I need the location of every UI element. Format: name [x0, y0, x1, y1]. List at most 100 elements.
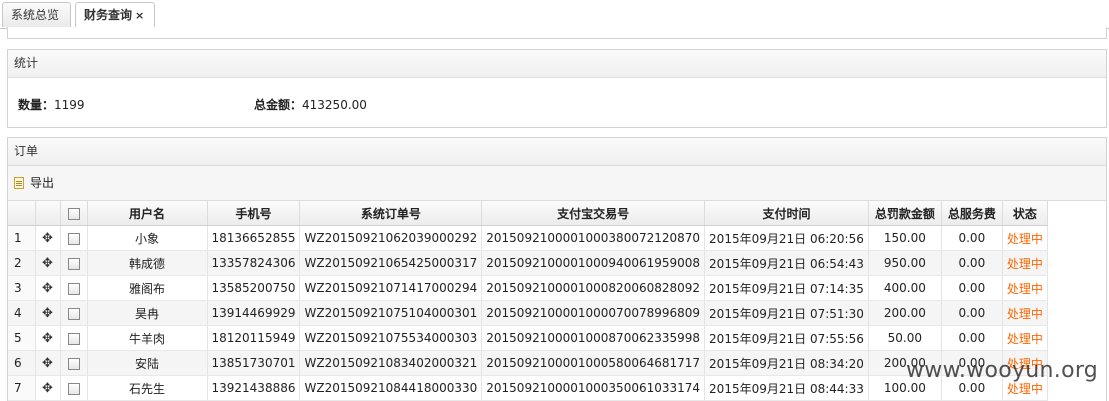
- close-icon[interactable]: ×: [135, 9, 144, 22]
- document-icon: [14, 177, 24, 189]
- column-header-service-fee[interactable]: 总服务费: [941, 201, 1003, 226]
- top-panel-edge: [7, 27, 1107, 39]
- row-checkbox[interactable]: [60, 325, 88, 351]
- row-number: 1: [8, 225, 36, 251]
- checkbox-icon: [67, 357, 80, 370]
- cell-status[interactable]: 处理中: [1002, 250, 1048, 276]
- row-checkbox[interactable]: [60, 250, 88, 276]
- row-checkbox[interactable]: [60, 375, 88, 401]
- column-header-alipay-no[interactable]: 支付宝交易号: [481, 201, 706, 226]
- cell-service-fee-text: 0.00: [958, 381, 986, 395]
- row-checkbox[interactable]: [60, 350, 88, 376]
- expand-icon[interactable]: ✥: [35, 275, 61, 301]
- column-header-fine-amount[interactable]: 总罚款金额: [868, 201, 942, 226]
- table-row[interactable]: 1 ✥ 小象 18136652855 WZ20150921062039000292 201…: [8, 225, 1048, 251]
- row-number: 2: [8, 250, 36, 276]
- expand-icon[interactable]: ✥: [35, 225, 61, 251]
- expand-icon[interactable]: ✥: [35, 300, 61, 326]
- column-header-status[interactable]: 状态: [1002, 201, 1048, 226]
- row-number-text: 6: [14, 356, 22, 370]
- cell-phone-text: 13914469929: [211, 306, 296, 320]
- row-number: 4: [8, 300, 36, 326]
- cell-fine-amount: 200.00: [868, 300, 942, 326]
- expand-icon[interactable]: ✥: [35, 250, 61, 276]
- table-row[interactable]: 7 ✥ 石先生 13921438886 WZ20150921084418000330 20…: [8, 375, 1048, 401]
- cell-order-no-text: WZ20150921084418000330: [304, 381, 478, 395]
- cell-phone-text: 18120115949: [211, 331, 296, 345]
- table-header-row: 用户名 手机号 系统订单号 支付宝交易号 支付时间 总罚款金额 总服务费 状态: [8, 201, 1048, 226]
- checkbox-icon: [67, 282, 80, 295]
- orders-table: 用户名 手机号 系统订单号 支付宝交易号 支付时间 总罚款金额 总服务费 状态 …: [8, 201, 1048, 401]
- cell-status-text: 处理中: [1006, 306, 1043, 321]
- cell-status-text: 处理中: [1006, 281, 1043, 296]
- cell-username: 小象: [87, 225, 208, 251]
- cell-pay-time-text: 2015年09月21日 08:44:33: [709, 381, 864, 396]
- cell-service-fee-text: 0.00: [958, 306, 986, 320]
- checkbox-icon: [67, 332, 80, 345]
- cell-alipay-no-text: 2015092100001000870062335998: [486, 331, 701, 345]
- cell-fine-amount-text: 50.00: [887, 331, 923, 345]
- tab-system-overview[interactable]: 系统总览: [2, 2, 71, 27]
- count-stat: 数量：1199: [18, 96, 85, 113]
- cell-status[interactable]: 处理中: [1002, 300, 1048, 326]
- cell-phone: 13585200750: [207, 275, 301, 301]
- tab-label: 系统总览: [11, 8, 60, 22]
- cell-service-fee-text: 0.00: [958, 331, 986, 345]
- row-checkbox[interactable]: [60, 225, 88, 251]
- row-checkbox[interactable]: [60, 275, 88, 301]
- tab-finance-query[interactable]: 财务查询 ×: [75, 2, 155, 29]
- export-button[interactable]: 导出: [14, 166, 54, 200]
- checkbox-icon: [67, 382, 80, 395]
- cell-status[interactable]: 处理中: [1002, 325, 1048, 351]
- select-all-checkbox[interactable]: [60, 201, 88, 226]
- cell-service-fee: 0.00: [941, 325, 1003, 351]
- cell-alipay-no: 2015092100001000820060828092: [481, 275, 706, 301]
- tab-bar: 系统总览 财务查询 ×: [0, 0, 1109, 29]
- cell-order-no-text: WZ20150921083402000321: [304, 356, 478, 370]
- amount-stat: 总金额：413250.00: [254, 96, 367, 113]
- rownum-header: [8, 201, 36, 226]
- table-row[interactable]: 4 ✥ 昊冉 13914469929 WZ20150921075104000301 201…: [8, 300, 1048, 326]
- table-row[interactable]: 2 ✥ 韩成德 13357824306 WZ20150921065425000317 20…: [8, 250, 1048, 276]
- expand-icon[interactable]: ✥: [35, 325, 61, 351]
- cell-status[interactable]: 处理中: [1002, 225, 1048, 251]
- cell-phone: 13357824306: [207, 250, 301, 276]
- table-row[interactable]: 6 ✥ 安陆 13851730701 WZ20150921083402000321 201…: [8, 350, 1048, 376]
- cell-username-text: 昊冉: [134, 306, 159, 321]
- cell-phone: 13851730701: [207, 350, 301, 376]
- cell-phone: 13914469929: [207, 300, 301, 326]
- cell-phone: 18120115949: [207, 325, 301, 351]
- cell-alipay-no-text: 2015092100001000350061033174: [486, 381, 701, 395]
- cell-status[interactable]: 处理中: [1002, 275, 1048, 301]
- cell-alipay-no: 2015092100001000380072120870: [481, 225, 706, 251]
- cell-phone-text: 13921438886: [211, 381, 296, 395]
- row-number: 7: [8, 375, 36, 401]
- cell-username-text: 石先生: [128, 381, 165, 396]
- cell-order-no: WZ20150921071417000294: [299, 275, 483, 301]
- table-row[interactable]: 3 ✥ 雅阁布 13585200750 WZ20150921071417000294 20…: [8, 275, 1048, 301]
- expand-icon[interactable]: ✥: [35, 350, 61, 376]
- column-header-pay-time[interactable]: 支付时间: [704, 201, 869, 226]
- table-row[interactable]: 5 ✥ 牛羊肉 18120115949 WZ20150921075534000303 20…: [8, 325, 1048, 351]
- cell-phone-text: 13851730701: [211, 356, 296, 370]
- cell-pay-time-text: 2015年09月21日 06:54:43: [709, 256, 864, 271]
- column-header-username[interactable]: 用户名: [87, 201, 208, 226]
- cell-service-fee: 0.00: [941, 225, 1003, 251]
- row-number-text: 7: [14, 381, 22, 395]
- cell-phone-text: 13357824306: [211, 256, 296, 270]
- expand-header: [35, 201, 61, 226]
- cell-fine-amount-text: 200.00: [883, 306, 926, 320]
- cell-pay-time: 2015年09月21日 07:14:35: [704, 275, 869, 301]
- stats-panel: 统计 数量：1199 总金额：413250.00: [7, 49, 1107, 128]
- cell-username: 韩成德: [87, 250, 208, 276]
- cell-username: 雅阁布: [87, 275, 208, 301]
- count-label: 数量：: [18, 98, 55, 112]
- cell-fine-amount-text: 100.00: [883, 381, 926, 395]
- cell-pay-time-text: 2015年09月21日 06:20:56: [709, 231, 864, 246]
- column-header-order-no[interactable]: 系统订单号: [299, 201, 483, 226]
- column-header-phone[interactable]: 手机号: [207, 201, 301, 226]
- row-checkbox[interactable]: [60, 300, 88, 326]
- expand-icon[interactable]: ✥: [35, 375, 61, 401]
- cell-username-text: 小象: [134, 231, 159, 246]
- cell-pay-time-text: 2015年09月21日 08:34:20: [709, 356, 864, 371]
